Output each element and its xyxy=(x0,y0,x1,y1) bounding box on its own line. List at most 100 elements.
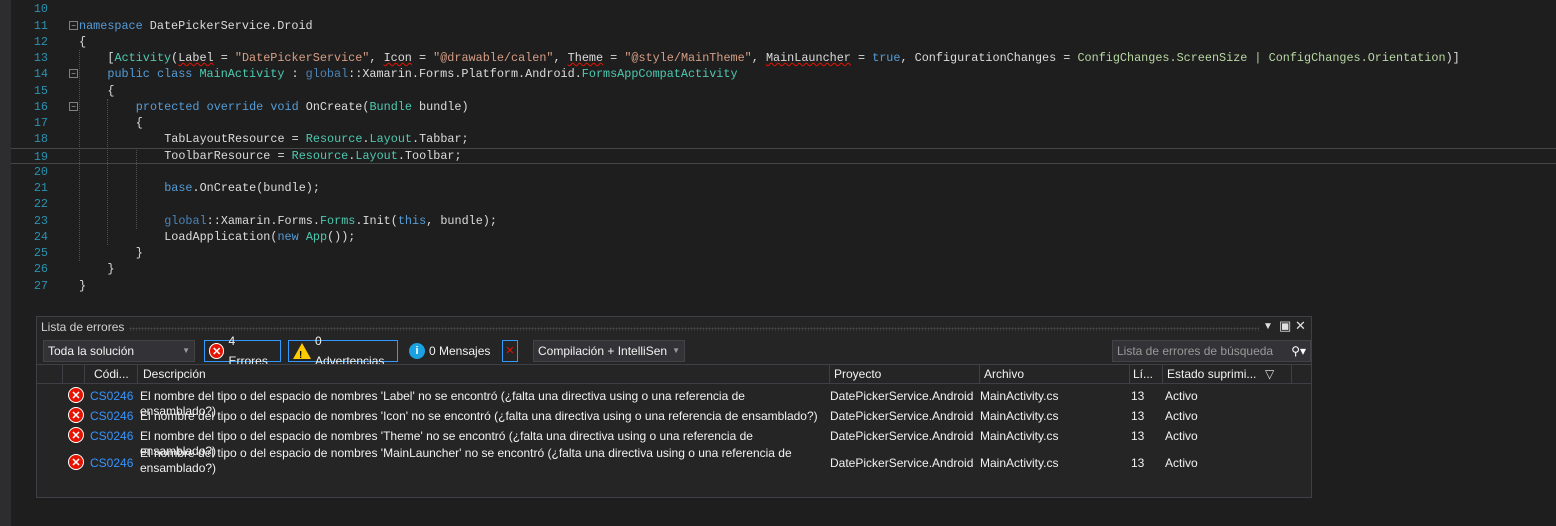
code-line[interactable]: 23 global::Xamarin.Forms.Forms.Init(this,… xyxy=(11,213,1556,229)
fold-toggle-icon[interactable]: − xyxy=(69,69,78,79)
messages-filter-button[interactable]: i 0 Mensajes xyxy=(405,340,494,362)
error-code-link[interactable]: CS0246 xyxy=(90,389,133,403)
error-project: DatePickerService.Android xyxy=(830,456,974,470)
code-line[interactable]: 24 LoadApplication(new App()); xyxy=(11,229,1556,245)
line-number: 18 xyxy=(33,132,48,147)
close-icon[interactable]: ✕ xyxy=(1295,318,1306,334)
scope-dropdown[interactable]: Toda la solución ▼ xyxy=(43,340,195,362)
search-icon[interactable]: ⚲▾ xyxy=(1291,341,1306,361)
line-number: 23 xyxy=(33,213,48,228)
error-code-link[interactable]: CS0246 xyxy=(90,456,133,470)
code-token: Icon xyxy=(383,51,412,65)
code-line[interactable]: 16 − protected override void OnCreate(Bund… xyxy=(11,99,1556,115)
code-token: .Init( xyxy=(355,213,398,228)
code-text: } xyxy=(107,261,114,277)
code-text: { xyxy=(79,34,86,50)
error-icon: ✕ xyxy=(68,454,84,470)
code-token: : xyxy=(284,67,306,82)
error-state: Activo xyxy=(1165,409,1198,423)
code-line[interactable]: 17 { xyxy=(11,115,1556,131)
indent-guide xyxy=(79,50,80,262)
code-line[interactable]: 27} xyxy=(11,278,1556,294)
line-number: 20 xyxy=(33,164,48,179)
code-token: Layout xyxy=(369,132,412,147)
code-line[interactable]: 10 xyxy=(11,1,1556,17)
code-line[interactable]: 20 xyxy=(11,164,1556,180)
panel-drag-handle[interactable] xyxy=(129,327,1259,331)
filter-icon[interactable]: ▽ xyxy=(1265,367,1274,381)
search-box[interactable]: Lista de errores de búsqueda ⚲▾ xyxy=(1112,340,1311,362)
source-dropdown[interactable]: Compilación + IntelliSen ▼ xyxy=(533,340,685,362)
code-token: { xyxy=(107,83,115,98)
error-row[interactable]: ✕ CS0246 El nombre del tipo o del espaci… xyxy=(37,385,1311,418)
error-row[interactable]: ✕ CS0246 El nombre del tipo o del espaci… xyxy=(37,425,1311,458)
column-description[interactable]: Descripción xyxy=(143,367,206,381)
code-text: LoadApplication(new App()); xyxy=(164,229,355,245)
chevron-down-icon: ▼ xyxy=(182,346,190,355)
code-line[interactable]: 14 − public class MainActivity : global::X… xyxy=(11,66,1556,82)
code-token: , xyxy=(751,51,766,65)
code-token: MainLauncher xyxy=(765,51,851,65)
code-token: protected xyxy=(135,99,200,114)
warnings-filter-button[interactable]: ! 0 Advertencias xyxy=(288,334,398,368)
error-code-link[interactable]: CS0246 xyxy=(90,429,133,443)
code-token: .Orientation xyxy=(1360,51,1446,65)
code-token: .Tabbar; xyxy=(412,132,469,147)
code-token: , xyxy=(369,51,384,65)
search-input[interactable]: Lista de errores de búsqueda xyxy=(1117,341,1273,361)
code-token: bundle) xyxy=(411,99,469,114)
code-line[interactable]: 11 − namespace DatePickerService.Droid xyxy=(11,18,1556,34)
error-list-panel: Lista de errores ▼ ▣ ✕ Toda la solución ▼… xyxy=(36,316,1312,498)
code-token: = xyxy=(603,51,625,65)
code-text: [Activity(Label = "DatePickerService", I… xyxy=(107,50,1459,66)
code-line[interactable]: 18 TabLayoutResource = Resource.Layout.Ta… xyxy=(11,131,1556,147)
error-project: DatePickerService.Android xyxy=(830,429,974,443)
chevron-down-icon: ▼ xyxy=(672,346,680,355)
code-line[interactable]: 19 ToolbarResource = Resource.Layout.Tool… xyxy=(11,147,1556,164)
code-line[interactable]: 22 xyxy=(11,196,1556,212)
code-text: TabLayoutResource = Resource.Layout.Tabb… xyxy=(164,131,468,147)
column-line[interactable]: Lí... xyxy=(1133,367,1153,381)
line-number: 25 xyxy=(33,246,48,260)
error-project: DatePickerService.Android xyxy=(830,389,974,403)
code-token: "DatePickerService" xyxy=(234,51,370,65)
code-line[interactable]: 25} xyxy=(11,245,1556,261)
code-line[interactable]: 21 base.OnCreate(bundle); xyxy=(11,180,1556,196)
code-text: } xyxy=(136,245,143,261)
code-token: new xyxy=(277,229,299,244)
column-suppression-state[interactable]: Estado suprimi... xyxy=(1167,367,1256,381)
column-project[interactable]: Proyecto xyxy=(834,367,881,381)
error-row[interactable]: ✕ CS0246 El nombre del tipo o del espaci… xyxy=(37,405,1311,425)
code-token: )] xyxy=(1445,51,1460,65)
code-line[interactable]: 26} xyxy=(11,261,1556,277)
line-number: 26 xyxy=(33,262,48,277)
column-code[interactable]: Códi... xyxy=(94,367,129,381)
code-editor[interactable]: 9using Xamarin.Forms;1011−namespace Date… xyxy=(11,0,1556,310)
code-line[interactable]: 15 { xyxy=(11,83,1556,99)
dropdown-icon[interactable]: ▼ xyxy=(1263,321,1273,332)
fold-toggle-icon[interactable]: − xyxy=(69,20,78,30)
error-row[interactable]: ✕ CS0246 El nombre del tipo o del espaci… xyxy=(37,445,1311,479)
code-token: class xyxy=(156,67,193,82)
warning-icon: ! xyxy=(293,343,311,361)
line-number: 13 xyxy=(33,51,48,65)
messages-label: 0 Mensajes xyxy=(429,344,491,358)
error-line: 13 xyxy=(1131,409,1145,423)
code-token: LoadApplication( xyxy=(164,229,278,244)
code-text: public class MainActivity : global::Xama… xyxy=(107,66,737,82)
errors-filter-button[interactable]: ✕ 4 Errores xyxy=(204,334,281,368)
fold-toggle-icon[interactable]: − xyxy=(69,101,78,111)
code-line[interactable]: 13 [Activity(Label = "DatePickerService",… xyxy=(11,50,1556,66)
error-code-link[interactable]: CS0246 xyxy=(90,409,133,423)
code-token: ()); xyxy=(327,229,356,244)
code-line[interactable]: 12 { xyxy=(11,34,1556,50)
error-line: 13 xyxy=(1131,389,1145,403)
source-value: Compilación + IntelliSen xyxy=(538,344,668,358)
column-file[interactable]: Archivo xyxy=(984,367,1024,381)
maximize-icon[interactable]: ▣ xyxy=(1279,318,1291,334)
code-token: base xyxy=(164,181,193,195)
error-icon: ✕ xyxy=(68,427,84,443)
filter-clear-icon[interactable]: ✕ xyxy=(502,340,518,362)
